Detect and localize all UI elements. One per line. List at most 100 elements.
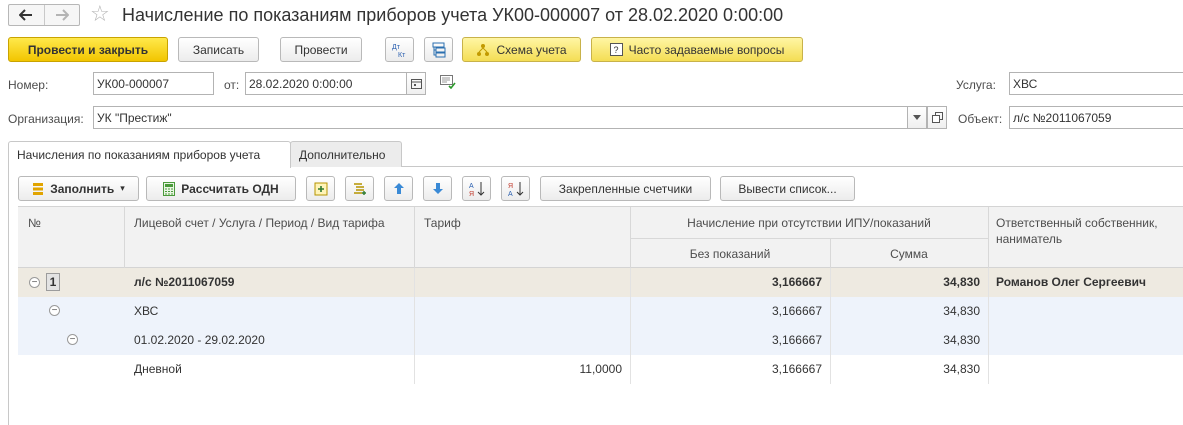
forward-button[interactable] — [45, 5, 80, 25]
collapse-icon[interactable]: − — [49, 305, 60, 316]
collapse-icon[interactable]: − — [29, 277, 40, 288]
page-title: Начисление по показаниям приборов учета … — [122, 5, 784, 25]
organization-label: Организация: — [8, 112, 84, 126]
svg-text:Кт: Кт — [398, 52, 406, 58]
svg-text:Дт: Дт — [392, 44, 401, 51]
sort-ascending-icon: АЯ — [469, 181, 484, 197]
post-button[interactable]: Провести — [280, 37, 362, 62]
svg-text:А: А — [508, 191, 513, 197]
export-list-button[interactable]: Вывести список... — [720, 176, 855, 201]
accounting-scheme-button[interactable]: Схема учета — [462, 37, 581, 62]
row-number: 1 — [46, 273, 60, 291]
header-divider — [124, 207, 125, 269]
fill-label: Заполнить — [50, 181, 115, 196]
comment-icon[interactable] — [440, 75, 456, 92]
arrow-up-icon — [393, 183, 404, 194]
chevron-down-icon: ▾ — [120, 183, 125, 193]
table-row[interactable]: − ХВС 3,166667 34,830 — [18, 297, 1183, 326]
tab-additional[interactable]: Дополнительно — [290, 141, 402, 167]
cell-sum: 34,830 — [943, 304, 980, 318]
header-divider — [988, 207, 989, 269]
svg-text:Я: Я — [469, 191, 474, 197]
sort-ascending-button[interactable]: АЯ — [462, 176, 491, 201]
svg-text:?: ? — [613, 45, 618, 55]
organization-field[interactable]: УК "Престиж" — [93, 106, 909, 129]
table-row[interactable]: − 1 л/с №2011067059 3,166667 34,830 Рома… — [18, 268, 1183, 297]
cell-tariff: 11,0000 — [579, 362, 623, 376]
move-up-button[interactable] — [384, 176, 413, 201]
faq-button[interactable]: ? Часто задаваемые вопросы — [591, 37, 803, 62]
save-button[interactable]: Записать — [178, 37, 259, 62]
add-row-button[interactable] — [306, 176, 335, 201]
cell-no-readings: 3,166667 — [771, 333, 822, 347]
accounting-scheme-label: Схема учета — [496, 42, 567, 57]
organization-open-button[interactable] — [927, 106, 947, 129]
header-divider — [630, 238, 988, 239]
arrow-right-icon — [55, 9, 69, 21]
calc-odn-button[interactable]: Рассчитать ОДН — [146, 176, 296, 201]
add-row-icon — [314, 182, 327, 195]
header-num[interactable]: № — [28, 215, 41, 231]
column-divider — [414, 268, 415, 384]
back-button[interactable] — [9, 5, 45, 25]
calc-odn-label: Рассчитать ОДН — [181, 181, 279, 196]
table-row[interactable]: Дневной 11,0000 3,166667 34,830 — [18, 355, 1183, 384]
favorite-star-icon[interactable]: ☆ — [90, 2, 110, 26]
calendar-icon — [410, 79, 422, 89]
fill-icon — [32, 182, 44, 196]
dt-kt-button[interactable]: Дт Кт — [385, 37, 414, 62]
cell-account: Дневной — [134, 362, 182, 376]
svg-text:Я: Я — [508, 183, 513, 190]
question-icon: ? — [609, 43, 623, 56]
add-group-button[interactable] — [345, 176, 374, 201]
collapse-icon[interactable]: − — [67, 334, 78, 345]
structure-button[interactable] — [424, 37, 453, 62]
organization-dropdown-button[interactable] — [907, 106, 927, 129]
fill-button[interactable]: Заполнить ▾ — [18, 176, 139, 201]
column-divider — [630, 268, 631, 384]
title-bar: ☆ Начисление по показаниям приборов учет… — [0, 0, 1183, 32]
cell-owner: Романов Олег Сергеевич — [996, 275, 1146, 289]
header-account[interactable]: Лицевой счет / Услуга / Период / Вид тар… — [134, 215, 404, 231]
column-divider — [830, 268, 831, 384]
cell-no-readings: 3,166667 — [771, 275, 822, 289]
arrow-down-icon — [432, 183, 443, 194]
service-label: Услуга: — [956, 78, 996, 92]
number-field[interactable]: УК00-000007 — [93, 72, 214, 95]
header-tariff[interactable]: Тариф — [424, 215, 461, 231]
cell-account: ХВС — [134, 304, 159, 318]
header-sum[interactable]: Сумма — [830, 246, 988, 262]
faq-label: Часто задаваемые вопросы — [628, 42, 785, 57]
navigation-buttons — [8, 4, 80, 26]
tab-accruals[interactable]: Начисления по показаниям приборов учета — [8, 141, 291, 168]
cell-sum: 34,830 — [943, 333, 980, 347]
post-and-close-button[interactable]: Провести и закрыть — [8, 37, 168, 62]
header-owner[interactable]: Ответственный собственник, наниматель — [996, 215, 1183, 247]
header-divider — [414, 207, 415, 269]
cell-sum: 34,830 — [943, 275, 980, 289]
table-header: № Лицевой счет / Услуга / Период / Вид т… — [18, 206, 1183, 269]
date-field[interactable]: 28.02.2020 0:00:00 — [245, 72, 407, 95]
column-divider — [988, 268, 989, 384]
service-field[interactable]: ХВС — [1009, 72, 1183, 95]
sort-descending-icon: ЯА — [508, 181, 523, 197]
calculator-icon — [163, 181, 176, 196]
sort-descending-button[interactable]: ЯА — [501, 176, 530, 201]
move-down-button[interactable] — [423, 176, 452, 201]
arrow-left-icon — [19, 9, 33, 21]
hierarchy-icon — [432, 42, 445, 57]
cell-no-readings: 3,166667 — [771, 304, 822, 318]
header-no-readings[interactable]: Без показаний — [630, 246, 830, 262]
object-label: Объект: — [958, 112, 1003, 126]
pinned-meters-button[interactable]: Закрепленные счетчики — [540, 176, 711, 201]
svg-text:А: А — [469, 183, 474, 190]
cell-sum: 34,830 — [943, 362, 980, 376]
chevron-down-icon — [913, 115, 921, 120]
object-field[interactable]: л/с №2011067059 — [1009, 106, 1183, 129]
header-divider — [830, 238, 831, 269]
date-label: от: — [224, 78, 240, 92]
cell-no-readings: 3,166667 — [771, 362, 822, 376]
calendar-button[interactable] — [406, 72, 426, 95]
header-accrual-group[interactable]: Начисление при отсутствии ИПУ/показаний — [630, 215, 988, 231]
table-row[interactable]: − 01.02.2020 - 29.02.2020 3,166667 34,83… — [18, 326, 1183, 355]
